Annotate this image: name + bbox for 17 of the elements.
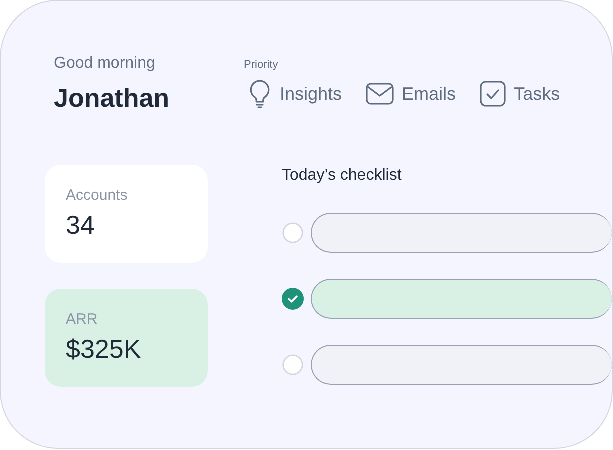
priority-tab[interactable]: Tasks (480, 79, 560, 109)
stat-value: 34 (66, 210, 96, 241)
user-name: Jonathan (54, 83, 171, 114)
unchecked-checkbox[interactable] (282, 354, 304, 376)
priority-tab[interactable]: Emails (366, 79, 456, 109)
checked-checkbox[interactable] (282, 288, 304, 310)
greeting-text: Good morning (54, 55, 156, 73)
lightbulb-icon (248, 79, 272, 109)
unchecked-checkbox[interactable] (282, 222, 304, 244)
priority-label: Priority (244, 59, 280, 71)
checklist-title: Today’s checklist (282, 167, 403, 185)
checkbox-icon (480, 81, 506, 107)
priority-tab[interactable]: Insights (248, 79, 342, 109)
stat-label: Accounts (66, 187, 129, 204)
stat-label: ARR (66, 311, 99, 328)
envelope-icon (366, 83, 394, 105)
stat-value: $325K (66, 334, 142, 365)
